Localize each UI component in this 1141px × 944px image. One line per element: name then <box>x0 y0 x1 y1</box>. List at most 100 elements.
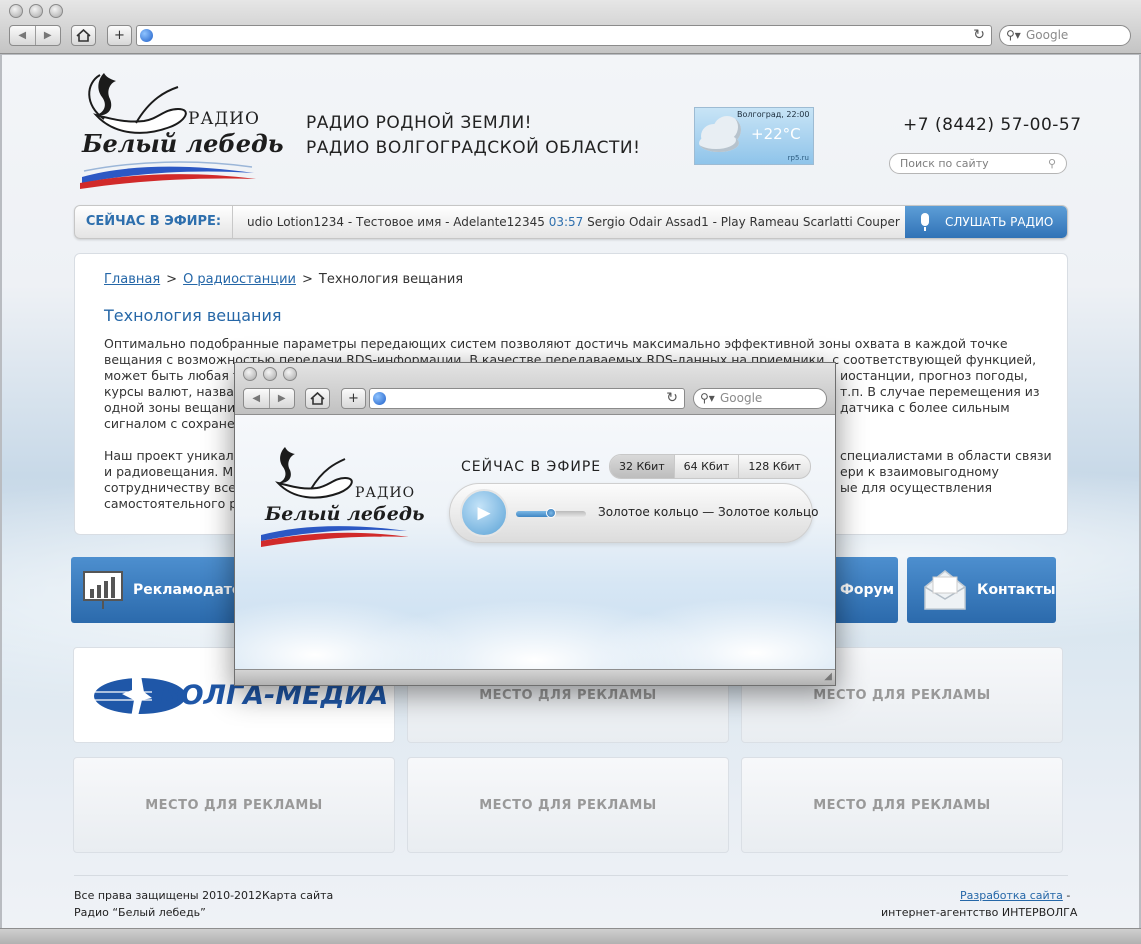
ad-slot[interactable]: МЕСТО ДЛЯ РЕКЛАМЫ <box>741 757 1063 853</box>
back-arrow-icon[interactable]: ◀ <box>10 26 35 45</box>
home-icon <box>76 29 91 42</box>
player-window-toolbar: ◀ ▶ + ↻ ⚲▾ Google <box>235 363 835 415</box>
footer-divider <box>74 875 1068 876</box>
listen-radio-button[interactable]: СЛУШАТЬ РАДИО <box>905 206 1067 238</box>
phone-number: +7 (8442) 57-00-57 <box>903 115 1082 135</box>
player-page: РАДИО Белый лебедь СЕЙЧАС В ЭФИРЕ 32 Кби… <box>235 415 835 669</box>
player-logo-name: Белый лебедь <box>265 503 425 525</box>
player-minimize-button[interactable] <box>263 367 277 381</box>
on-air-ticker: udio Lotion1234 - Тестовое имя - Adelant… <box>247 206 907 238</box>
player-logo-radio: РАДИО <box>355 485 416 501</box>
ticker-text-1: udio Lotion1234 - Тестовое имя - Adelant… <box>247 215 545 229</box>
sitemap-link[interactable]: Карта сайта <box>262 889 333 902</box>
browser-window: ◀ ▶ + ↻ ⚲▾ Google РАДИО Белый лебедь РАД… <box>0 0 1141 944</box>
bitrate-selector: 32 Кбит 64 Кбит 128 Кбит <box>609 454 811 479</box>
search-icon[interactable]: ⚲ <box>1048 154 1056 173</box>
plus-icon: + <box>348 391 359 406</box>
browser-toolbar: ◀ ▶ + ↻ ⚲▾ Google <box>0 0 1141 54</box>
weather-widget[interactable]: Волгоград, 22:00 +22°C rp5.ru <box>694 107 814 165</box>
weather-city-time: Волгоград, 22:00 <box>737 110 810 119</box>
player-history-buttons: ◀ ▶ <box>243 388 295 409</box>
volume-slider[interactable] <box>516 508 586 518</box>
on-air-bar: СЕЙЧАС В ЭФИРЕ: udio Lotion1234 - Тестов… <box>74 205 1068 239</box>
site-search-placeholder: Поиск по сайту <box>900 157 989 170</box>
zoom-window-button[interactable] <box>49 4 63 18</box>
footer-copyright: Все права защищены 2010-2012 <box>74 889 263 902</box>
reload-icon[interactable]: ↻ <box>666 390 678 406</box>
footer-dev-credit: Разработка сайта - <box>960 889 1070 902</box>
article-line: специалистами в области связи <box>840 448 1052 463</box>
now-playing-track: Золотое кольцо — Золотое кольцо <box>598 505 819 519</box>
audio-player: ▶ Золотое кольцо — Золотое кольцо <box>449 483 818 543</box>
envelope-icon <box>924 570 966 610</box>
globe-icon <box>373 392 386 405</box>
footer-agency: интернет-агентство ИНТЕРВОЛГА <box>881 906 1078 919</box>
address-bar[interactable]: ↻ <box>136 25 992 46</box>
browser-search-field[interactable]: ⚲▾ Google <box>999 25 1131 46</box>
player-search-field[interactable]: ⚲▾ Google <box>693 388 827 409</box>
breadcrumb: Главная > О радиостанции > Технология вещани… <box>104 272 463 287</box>
minimize-window-button[interactable] <box>29 4 43 18</box>
slogan: РАДИО РОДНОЙ ЗЕМЛИ! РАДИО ВОЛГОГРАДСКОЙ … <box>306 111 640 161</box>
close-window-button[interactable] <box>9 4 23 18</box>
player-status-bar: ◢ <box>235 669 835 685</box>
tile-contacts[interactable]: Контакты <box>907 557 1056 623</box>
player-window: ◀ ▶ + ↻ ⚲▾ Google РАДИО Белый лебедь СЕЙ… <box>234 362 836 686</box>
site-search-input[interactable]: Поиск по сайту ⚲ <box>889 153 1067 174</box>
player-close-button[interactable] <box>243 367 257 381</box>
bitrate-64[interactable]: 64 Кбит <box>673 455 739 478</box>
footer-station-name: Радио “Белый лебедь” <box>74 906 206 919</box>
page-title: Технология вещания <box>104 306 282 325</box>
article-line: Оптимально подобранные параметры передаю… <box>104 336 1008 351</box>
ticker-time: 03:57 <box>548 215 584 229</box>
article-line: датчика с более сильным <box>840 400 1010 415</box>
home-icon <box>310 392 325 405</box>
developer-link[interactable]: Разработка сайта <box>960 889 1063 902</box>
player-zoom-button[interactable] <box>283 367 297 381</box>
developer-dash: - <box>1066 889 1071 902</box>
bitrate-128[interactable]: 128 Кбит <box>738 455 810 478</box>
forward-arrow-icon[interactable]: ▶ <box>268 389 295 408</box>
bitrate-32[interactable]: 32 Кбит <box>610 455 674 478</box>
volume-knob[interactable] <box>546 508 556 518</box>
listen-radio-label: СЛУШАТЬ РАДИО <box>945 215 1054 229</box>
back-arrow-icon[interactable]: ◀ <box>244 389 269 408</box>
logo-radio-text: РАДИО <box>188 109 260 129</box>
search-icon: ⚲▾ <box>1006 28 1021 42</box>
breadcrumb-about-link[interactable]: О радиостанции <box>183 272 296 287</box>
microphone-stand-icon <box>924 227 926 231</box>
presentation-chart-icon <box>83 571 123 609</box>
weather-source: rp5.ru <box>787 154 809 162</box>
breadcrumb-separator: > <box>166 272 178 287</box>
tile-forum-label: Форум <box>840 582 895 598</box>
player-address-bar[interactable]: ↻ <box>369 388 685 409</box>
article-line: ые для осуществления <box>840 480 993 495</box>
forward-arrow-icon[interactable]: ▶ <box>34 26 61 45</box>
article-line: т.п. В случае перемещения из <box>840 384 1040 399</box>
player-home-button[interactable] <box>305 388 330 409</box>
resize-grip-icon[interactable]: ◢ <box>824 671 832 682</box>
home-button[interactable] <box>71 25 96 46</box>
weather-temperature: +22°C <box>751 125 801 143</box>
add-bookmark-button[interactable]: + <box>107 25 132 46</box>
on-air-label: СЕЙЧАС В ЭФИРЕ: <box>75 206 233 238</box>
reload-icon[interactable]: ↻ <box>973 27 985 43</box>
cloud-icon-base <box>699 134 739 152</box>
browser-search-placeholder: Google <box>1026 28 1069 42</box>
history-buttons: ◀ ▶ <box>9 25 61 46</box>
player-add-bookmark-button[interactable]: + <box>341 388 366 409</box>
logo-name-text: Белый лебедь <box>82 129 284 158</box>
microphone-icon <box>921 213 929 226</box>
breadcrumb-current: Технология вещания <box>318 272 464 287</box>
tile-contacts-label: Контакты <box>977 582 1056 598</box>
globe-icon <box>140 29 153 42</box>
player-on-air-label: СЕЙЧАС В ЭФИРЕ <box>461 459 602 475</box>
ad-slot[interactable]: МЕСТО ДЛЯ РЕКЛАМЫ <box>407 757 729 853</box>
play-button[interactable]: ▶ <box>460 489 508 537</box>
breadcrumb-home-link[interactable]: Главная <box>104 272 160 287</box>
search-icon: ⚲▾ <box>700 391 715 405</box>
breadcrumb-separator: > <box>301 272 313 287</box>
ad-slot[interactable]: МЕСТО ДЛЯ РЕКЛАМЫ <box>73 757 395 853</box>
slogan-line-1: РАДИО РОДНОЙ ЗЕМЛИ! <box>306 113 532 133</box>
article-line: ери к взаимовыгодному <box>840 464 999 479</box>
